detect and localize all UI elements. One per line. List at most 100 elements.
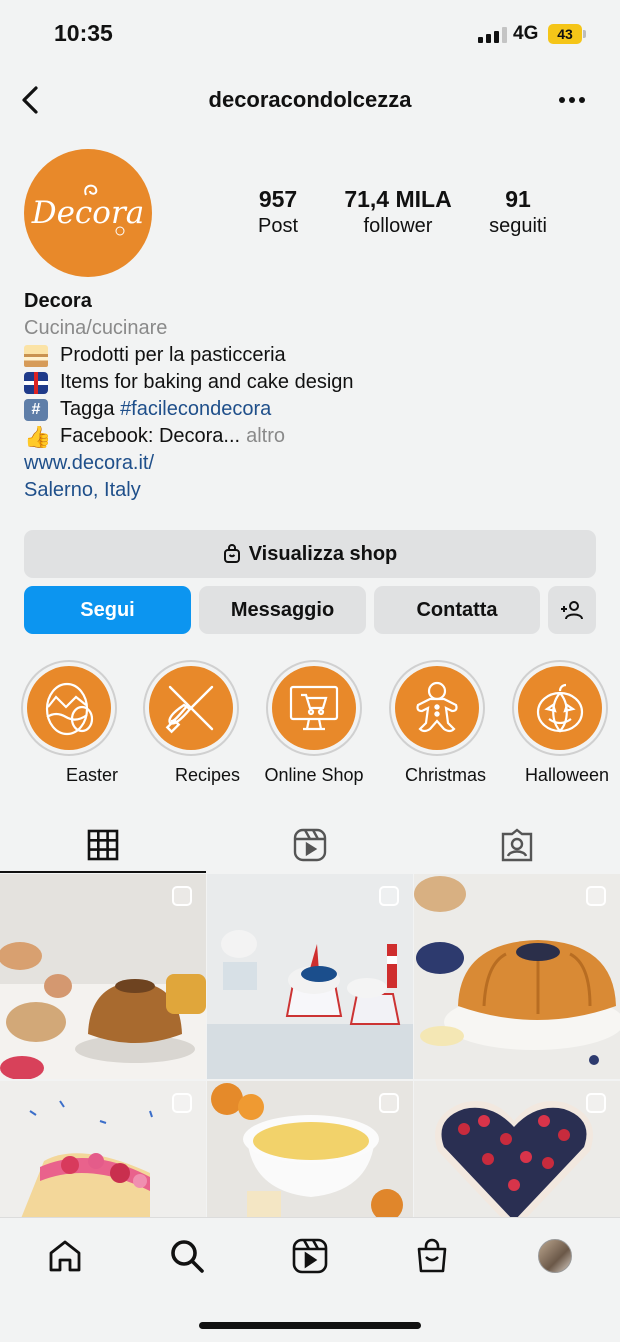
search-icon <box>171 1240 204 1273</box>
highlight-online-shop[interactable]: Online Shop <box>264 660 364 786</box>
view-shop-label: Visualizza shop <box>248 542 398 565</box>
profile-name: Decora <box>24 290 92 312</box>
thumbs-up-emoji-icon: 👍 <box>24 425 48 448</box>
grid-icon <box>87 829 119 861</box>
bio-line: 👍 Facebook: Decora... altro <box>24 423 596 450</box>
profile-bio: Decora Cucina/cucinare Prodotti per la p… <box>24 288 596 504</box>
stat-following-value: 91 <box>505 186 531 212</box>
highlight-cover <box>518 666 602 750</box>
nav-shop-button[interactable] <box>407 1234 457 1278</box>
multi-post-indicator-icon <box>172 1093 192 1113</box>
profile-avatar[interactable]: Decora <box>24 149 152 277</box>
bio-line-text: Tagga <box>60 398 121 420</box>
post-thumbnail[interactable] <box>207 874 413 1079</box>
stat-following-label: seguiti <box>489 215 547 237</box>
pumpkin-icon <box>536 683 584 733</box>
shopping-bag-icon <box>223 544 240 563</box>
status-time: 10:35 <box>54 20 113 46</box>
highlight-ring <box>143 660 239 756</box>
back-button[interactable] <box>16 82 46 118</box>
tagged-user-icon <box>501 828 533 862</box>
highlight-ring <box>266 660 362 756</box>
cake-emoji-icon <box>24 344 48 367</box>
battery-icon: 43 <box>548 24 582 44</box>
highlight-label: Christmas <box>404 765 486 785</box>
nav-profile-button[interactable] <box>530 1234 580 1278</box>
highlight-ring <box>21 660 117 756</box>
highlight-recipes[interactable]: Recipes <box>142 660 240 786</box>
more-options-button[interactable] <box>556 90 588 110</box>
stat-following[interactable]: 91 seguiti <box>480 186 556 240</box>
suggest-people-button[interactable] <box>548 586 596 634</box>
easter-egg-icon <box>45 682 94 736</box>
multi-post-indicator-icon <box>379 1093 399 1113</box>
stat-posts-value: 957 <box>258 186 298 212</box>
reels-icon <box>292 1238 328 1274</box>
nav-reels-button[interactable] <box>285 1234 335 1278</box>
more-horizontal-icon <box>559 97 585 103</box>
highlight-cover <box>27 666 111 750</box>
profile-tabs <box>0 816 620 874</box>
multi-post-indicator-icon <box>172 886 192 906</box>
bio-more-link[interactable]: altro <box>246 423 285 450</box>
highlight-label: Easter <box>65 765 118 785</box>
highlight-label: Recipes <box>174 765 240 785</box>
nav-search-button[interactable] <box>162 1234 212 1278</box>
message-label: Messaggio <box>230 598 335 621</box>
nav-home-button[interactable] <box>40 1234 90 1278</box>
uk-flag-emoji-icon <box>24 371 48 394</box>
tab-active-indicator <box>0 871 206 873</box>
tab-reels[interactable] <box>207 816 413 874</box>
network-type: 4G <box>513 23 539 44</box>
post-thumbnail[interactable] <box>414 1081 620 1217</box>
view-shop-button[interactable]: Visualizza shop <box>24 530 596 578</box>
tab-tagged[interactable] <box>414 816 620 874</box>
chevron-left-icon <box>22 86 38 114</box>
stat-followers-label: follower <box>363 215 433 237</box>
stat-followers[interactable]: 71,4 MILA follower <box>334 186 462 240</box>
bio-line-text: Prodotti per la pasticceria <box>60 344 286 366</box>
location-link[interactable]: Salerno, Italy <box>24 477 596 504</box>
highlight-easter[interactable]: Easter <box>20 660 118 786</box>
tab-grid[interactable] <box>0 816 206 874</box>
multi-post-indicator-icon <box>379 886 399 906</box>
highlight-christmas[interactable]: Christmas <box>388 660 486 786</box>
gingerbread-man-icon <box>416 681 458 733</box>
bio-line: Items for baking and cake design <box>24 369 596 396</box>
reels-icon <box>293 828 327 862</box>
website-link[interactable]: www.decora.it/ <box>24 450 596 477</box>
message-button[interactable]: Messaggio <box>199 586 366 634</box>
highlight-halloween[interactable]: Halloween <box>511 660 609 786</box>
shopping-bag-icon <box>417 1238 447 1273</box>
post-thumbnail[interactable] <box>414 874 620 1079</box>
follow-button[interactable]: Segui <box>24 586 191 634</box>
add-user-icon <box>561 601 583 620</box>
hashtag-link[interactable]: #facilecondecora <box>120 396 271 423</box>
profile-category: Cucina/cucinare <box>24 317 168 339</box>
bio-line-text: Items for baking and cake design <box>60 371 354 393</box>
post-thumbnail[interactable] <box>0 1081 206 1217</box>
profile-header: decoracondolcezza <box>0 78 620 122</box>
stat-posts[interactable]: 957 Post <box>244 186 312 240</box>
stat-followers-value: 71,4 MILA <box>344 186 452 212</box>
monitor-cart-icon <box>289 685 339 731</box>
profile-avatar <box>538 1239 572 1273</box>
status-bar: 10:35 4G 43 <box>0 0 620 70</box>
highlight-ring <box>512 660 608 756</box>
post-thumbnail[interactable] <box>207 1081 413 1217</box>
home-indicator <box>199 1322 421 1329</box>
highlight-label: Online Shop <box>264 765 364 785</box>
bio-line: # Tagga #facilecondecora <box>24 396 596 423</box>
multi-post-indicator-icon <box>586 1093 606 1113</box>
home-icon <box>49 1240 81 1272</box>
stat-posts-label: Post <box>257 215 299 237</box>
follow-label: Segui <box>80 598 135 621</box>
highlight-cover <box>395 666 479 750</box>
whisk-rolling-pin-icon <box>165 685 214 734</box>
avatar-logo-text: Decora <box>31 195 145 231</box>
post-thumbnail[interactable] <box>0 874 206 1079</box>
contact-button[interactable]: Contatta <box>374 586 540 634</box>
multi-post-indicator-icon <box>586 886 606 906</box>
bio-line-text: Facebook: Decora... <box>60 425 241 447</box>
post-grid <box>0 874 620 1217</box>
